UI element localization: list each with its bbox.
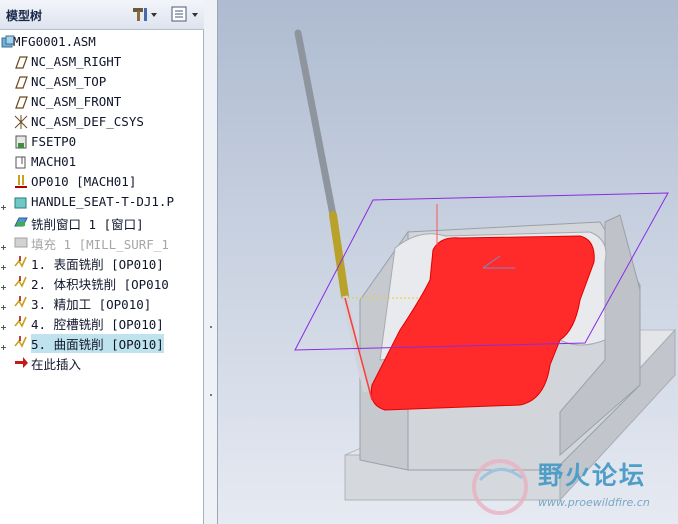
tree-item-label: MACH01 [31, 154, 77, 169]
graphics-viewport[interactable] [218, 0, 678, 524]
tree-item[interactable]: 2. 体积块铣削 [OP010 [0, 272, 204, 292]
fill-icon [13, 234, 29, 250]
toolpath-icon [13, 314, 29, 330]
datum-plane-icon [13, 94, 29, 110]
model-tree-header: 模型树 [0, 0, 204, 30]
tree-item[interactable]: NC_ASM_DEF_CSYS [0, 112, 204, 132]
part-icon [13, 194, 29, 210]
settings-button[interactable] [130, 5, 158, 23]
model-tree: MFG0001.ASM NC_ASM_RIGHT NC_ASM_TOP NC_ASM_… [0, 32, 204, 524]
panel-splitter[interactable] [204, 0, 218, 524]
expand-icon[interactable] [1, 238, 6, 250]
tool-holder [329, 211, 349, 300]
tree-item-label: NC_ASM_TOP [31, 74, 107, 89]
tree-item[interactable]: OP010 [MACH01] [0, 172, 204, 192]
expand-icon[interactable] [1, 198, 6, 210]
expand-icon[interactable] [1, 318, 6, 330]
tree-item-label: 5. 曲面铣削 [OP010] [31, 334, 164, 353]
tree-item[interactable]: 4. 腔槽铣削 [OP010] [0, 312, 204, 332]
splitter-grip [210, 326, 212, 328]
splitter-grip [210, 394, 212, 396]
operation-icon [13, 174, 29, 190]
fixture-setup-icon [13, 134, 29, 150]
expand-icon[interactable] [1, 258, 6, 270]
datum-plane-icon [13, 54, 29, 70]
tool-shank [294, 29, 337, 219]
tree-item-label: OP010 [MACH01] [31, 174, 137, 189]
expand-icon[interactable] [1, 338, 6, 350]
watermark-url: www.proewildfire.cn [538, 496, 650, 509]
tree-item[interactable]: 5. 曲面铣削 [OP010] [0, 332, 204, 353]
tree-item-label: HANDLE_SEAT-T-DJ1.P [31, 194, 174, 209]
toolpath-icon [13, 334, 29, 350]
tree-item-label: 铣削窗口 1 [窗口] [31, 217, 144, 232]
watermark-text: 野火论坛 [538, 461, 647, 490]
tree-item-label: NC_ASM_RIGHT [31, 54, 122, 69]
tree-item-label: 填充 1 [MILL_SURF_1 [31, 237, 169, 252]
tree-item-label: 3. 精加工 [OP010] [31, 297, 152, 312]
toolpath-icon [13, 254, 29, 270]
expand-icon[interactable] [1, 278, 6, 290]
tree-item[interactable]: MFG0001.ASM [0, 32, 204, 52]
tree-item[interactable]: MACH01 [0, 152, 204, 172]
tree-item-label: 4. 腔槽铣削 [OP010] [31, 317, 164, 332]
tree-item[interactable]: FSETP0 [0, 132, 204, 152]
tree-item[interactable]: 1. 表面铣削 [OP010] [0, 252, 204, 272]
toolpath-icon [13, 274, 29, 290]
tree-item-label: 1. 表面铣削 [OP010] [31, 257, 164, 272]
csys-icon [13, 114, 29, 130]
model-tree-title: 模型树 [6, 9, 43, 23]
model-tree-panel: 模型树 MFG0001.ASM NC_ASM_RIGHT NC_ASM_TOP NC_… [0, 0, 204, 524]
tree-item[interactable]: NC_ASM_FRONT [0, 92, 204, 112]
tree-item[interactable]: NC_ASM_RIGHT [0, 52, 204, 72]
expand-icon[interactable] [1, 298, 6, 310]
tree-item[interactable]: HANDLE_SEAT-T-DJ1.P [0, 192, 204, 212]
mill-window-icon [13, 214, 29, 230]
tree-item[interactable]: 在此插入 [0, 352, 204, 372]
machine-icon [13, 154, 29, 170]
tree-item[interactable]: 3. 精加工 [OP010] [0, 292, 204, 312]
tree-item-label: NC_ASM_FRONT [31, 94, 122, 109]
tree-item-label: MFG0001.ASM [13, 34, 96, 49]
tree-item-label: FSETP0 [31, 134, 77, 149]
model-view [294, 29, 677, 515]
toolpath-icon [13, 294, 29, 310]
insert-arrow-icon [13, 354, 29, 370]
hammer-settings-icon [133, 8, 157, 21]
tree-item-label: 2. 体积块铣削 [OP010 [31, 277, 169, 292]
tree-item-label: 在此插入 [31, 357, 82, 372]
tree-item[interactable]: NC_ASM_TOP [0, 72, 204, 92]
show-button[interactable] [170, 5, 200, 23]
tree-item[interactable]: 填充 1 [MILL_SURF_1 [0, 232, 204, 252]
tree-item-label: NC_ASM_DEF_CSYS [31, 114, 144, 129]
datum-plane-icon [13, 74, 29, 90]
list-show-icon [171, 6, 198, 22]
tree-item[interactable]: 铣削窗口 1 [窗口] [0, 212, 204, 232]
